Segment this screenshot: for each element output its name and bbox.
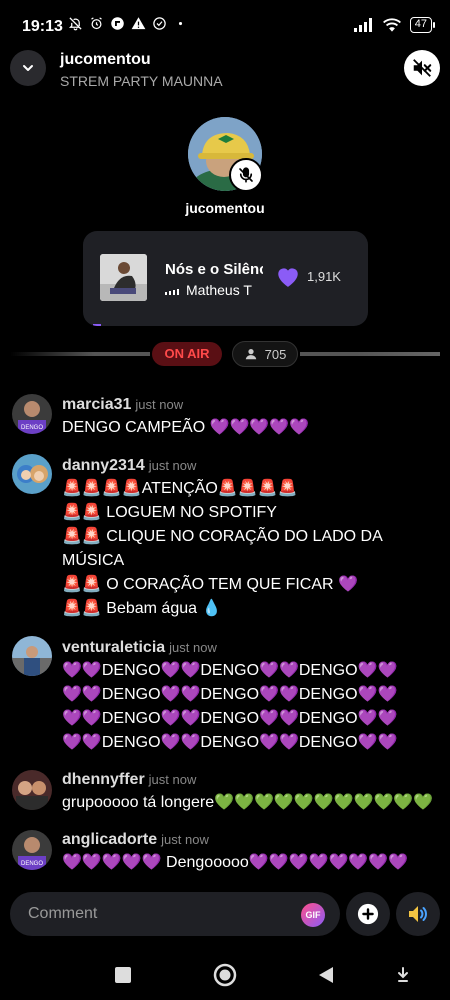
comment-time: just now xyxy=(169,640,217,655)
comment-composer: GIF xyxy=(0,890,450,938)
room-title: STREM PARTY MAUNNA xyxy=(60,73,223,89)
collapse-button[interactable] xyxy=(10,50,46,86)
status-time: 19:13 xyxy=(22,18,63,35)
avatar[interactable] xyxy=(12,454,52,494)
song-progress xyxy=(93,324,101,326)
recents-button[interactable] xyxy=(110,962,136,988)
comment-time: just now xyxy=(148,458,197,473)
home-button[interactable] xyxy=(212,962,238,988)
svg-text:DENGO: DENGO xyxy=(21,425,43,431)
comment-input[interactable] xyxy=(10,892,340,936)
on-air-badge: ON AIR xyxy=(152,342,222,366)
person-icon xyxy=(245,349,256,360)
comment-username[interactable]: venturaleticia just now xyxy=(62,639,217,657)
gif-button[interactable]: GIF xyxy=(301,903,325,927)
home-circle-icon xyxy=(213,963,237,987)
avatar[interactable] xyxy=(12,770,52,810)
comment-username[interactable]: anglicadorte just now xyxy=(62,831,209,849)
album-art xyxy=(100,254,147,301)
warning-icon xyxy=(131,17,146,30)
comment-username[interactable]: danny2314 just now xyxy=(62,457,196,475)
plus-icon xyxy=(357,903,379,925)
back-button[interactable] xyxy=(313,962,339,988)
system-icons: 47 xyxy=(353,17,436,33)
divider-right xyxy=(300,352,440,356)
viewer-count-value: 705 xyxy=(264,346,287,362)
room-header: jucomentou STREM PARTY MAUNNA xyxy=(0,48,450,92)
nav-extra-button[interactable] xyxy=(390,962,416,988)
speaker-button[interactable] xyxy=(396,892,440,936)
host-mic-muted-badge xyxy=(229,158,263,192)
comment-feed[interactable]: DENGO marcia31 just now DENGO CAMPEÃO 💜💜💜… xyxy=(0,380,450,880)
bell-off-icon xyxy=(68,17,82,31)
host-speaker-name: jucomentou xyxy=(185,200,265,216)
song-artist: Matheus T xyxy=(186,282,252,298)
comment-text: DENGO CAMPEÃO 💜💜💜💜💜 xyxy=(62,419,310,436)
alarm-icon xyxy=(91,17,102,30)
dot-icon xyxy=(178,21,183,26)
mic-off-icon xyxy=(239,167,253,183)
comment-text: 💜💜💜💜💜 Dengooooo💜💜💜💜💜💜💜💜 xyxy=(62,854,409,871)
avatar[interactable] xyxy=(12,636,52,676)
chevron-down-icon xyxy=(23,65,33,71)
like-count: 1,91K xyxy=(307,269,341,284)
system-nav-bar xyxy=(0,950,450,1000)
speaker-icon xyxy=(409,906,427,922)
volume-off-icon xyxy=(413,59,432,77)
divider-left xyxy=(10,352,150,356)
mute-audio-button[interactable] xyxy=(404,50,440,86)
status-bar: 19:13 47 xyxy=(0,0,450,48)
download-arrow-icon xyxy=(398,967,408,982)
app-icon xyxy=(111,17,124,30)
comment-text: 💜💜DENGO💜💜DENGO💜💜DENGO💜💜 💜💜DENGO💜💜DENGO💜💜… xyxy=(62,662,398,751)
comment-username[interactable]: marcia31 just now xyxy=(62,396,183,414)
comment-username[interactable]: dhennyffer just now xyxy=(62,771,196,789)
battery-indicator: 47 xyxy=(409,17,436,33)
comment-text: 🚨🚨🚨🚨ATENÇÃO🚨🚨🚨🚨 🚨🚨 LOGUEM NO SPOTIFY 🚨🚨 … xyxy=(62,480,383,617)
signal-icon xyxy=(353,18,372,32)
heart-icon[interactable] xyxy=(275,264,301,288)
comment-time: just now xyxy=(135,397,184,412)
avatar[interactable]: DENGO xyxy=(12,830,52,870)
avatar[interactable]: DENGO xyxy=(12,394,52,434)
svg-text:DENGO: DENGO xyxy=(21,861,43,867)
back-triangle-icon xyxy=(319,967,333,983)
comment-time: just now xyxy=(161,832,209,847)
equalizer-icon xyxy=(165,285,179,295)
comment-time: just now xyxy=(148,772,197,787)
song-artist-row: Matheus T xyxy=(165,282,263,298)
square-icon xyxy=(115,967,131,983)
add-button[interactable] xyxy=(346,892,390,936)
viewer-count[interactable]: 705 xyxy=(232,341,298,367)
wifi-icon xyxy=(382,18,401,32)
check-circle-icon xyxy=(153,17,166,30)
host-name: jucomentou xyxy=(60,51,151,68)
notification-icons xyxy=(68,16,188,31)
comment-text: grupooooo tá longere💚💚💚💚💚💚💚💚💚💚💚 xyxy=(62,794,434,811)
now-playing-card[interactable]: Nós e o Silêncio Matheus T 1,91K xyxy=(83,231,368,326)
song-title: Nós e o Silêncio xyxy=(165,261,263,278)
